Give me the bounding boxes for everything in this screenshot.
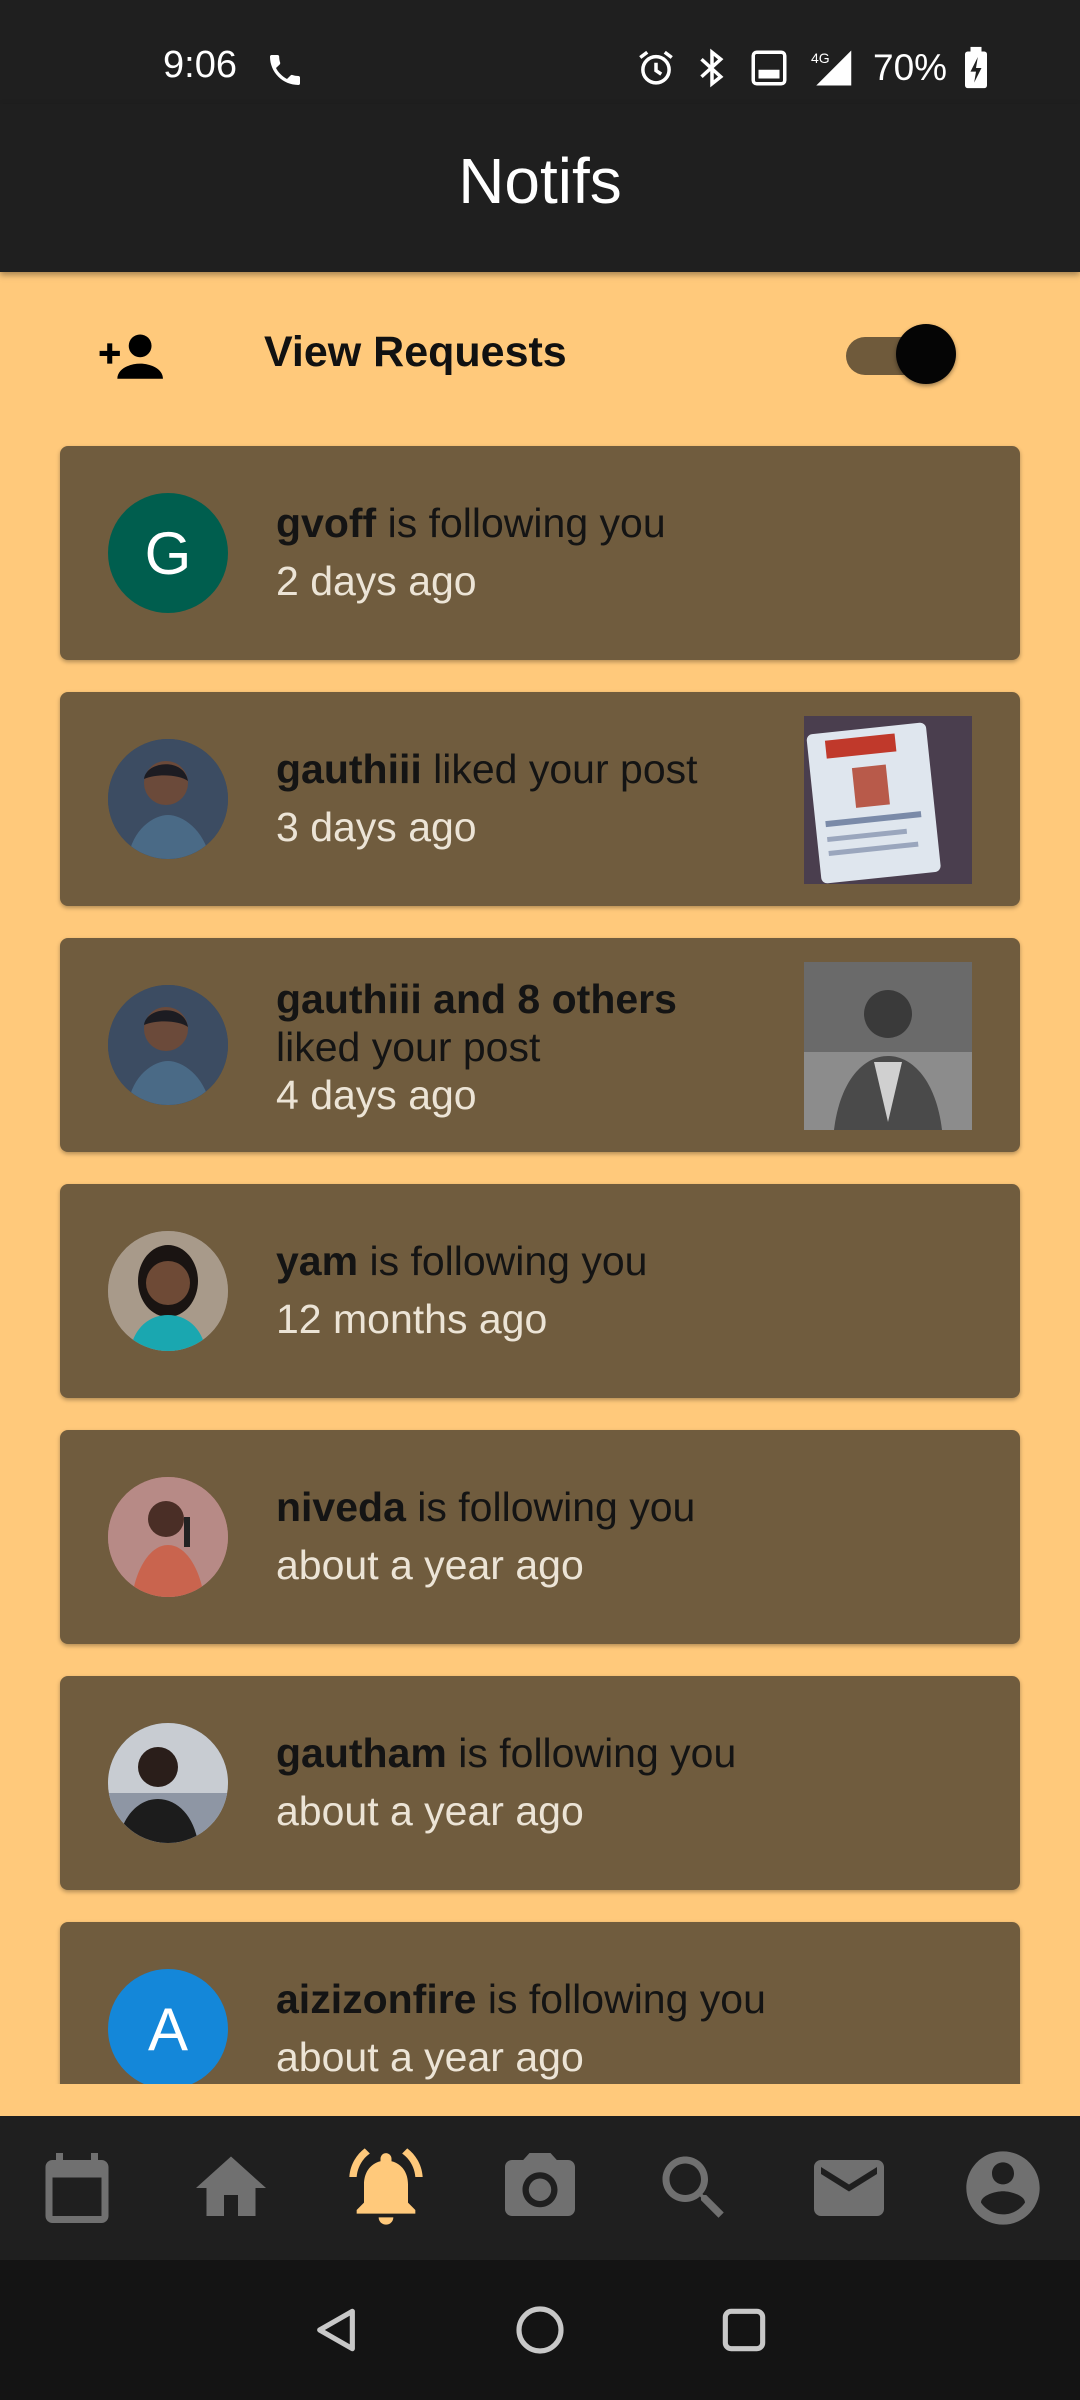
avatar[interactable]: A bbox=[108, 1969, 228, 2084]
notification-time: about a year ago bbox=[276, 1542, 584, 1588]
notification-user: gautham bbox=[276, 1730, 447, 1776]
svg-text:4G: 4G bbox=[811, 50, 830, 66]
avatar-photo bbox=[108, 739, 228, 859]
volte-icon bbox=[751, 50, 787, 86]
notification-action: is following you bbox=[405, 1484, 696, 1530]
notification-user: aizizonfire bbox=[276, 1976, 477, 2022]
nav-home[interactable] bbox=[176, 2133, 286, 2243]
avatar-photo bbox=[108, 1231, 228, 1351]
id-card-photo bbox=[804, 716, 972, 884]
notification-action: is following you bbox=[446, 1730, 737, 1776]
recents-button[interactable] bbox=[704, 2290, 784, 2370]
view-requests-label[interactable]: View Requests bbox=[264, 328, 567, 377]
system-nav bbox=[0, 2260, 1080, 2400]
back-icon[interactable] bbox=[308, 2302, 364, 2358]
home-button[interactable] bbox=[500, 2290, 580, 2370]
notification-text: aizizonfire is following you about a yea… bbox=[276, 1970, 960, 2084]
nav-notifications[interactable] bbox=[331, 2133, 441, 2243]
signal-4g-icon: 4G bbox=[811, 50, 852, 86]
app-bar: Notifs bbox=[0, 104, 1080, 272]
avatar-photo bbox=[108, 1723, 228, 1843]
search-icon[interactable] bbox=[652, 2146, 736, 2230]
notification-card[interactable]: gauthiii liked your post 3 days ago bbox=[60, 692, 1020, 906]
status-time: 9:06 bbox=[163, 44, 237, 86]
page-title: Notifs bbox=[458, 145, 622, 217]
nav-camera[interactable] bbox=[485, 2133, 595, 2243]
notification-time: 3 days ago bbox=[276, 804, 477, 850]
recents-icon[interactable] bbox=[716, 2302, 772, 2358]
person-add-icon[interactable] bbox=[92, 330, 168, 382]
notification-list[interactable]: G gvoff is following you 2 days ago gaut… bbox=[0, 432, 1080, 2084]
avatar[interactable] bbox=[108, 985, 228, 1105]
notification-card[interactable]: A aizizonfire is following you about a y… bbox=[60, 1922, 1020, 2084]
phone-icon bbox=[270, 55, 300, 85]
portrait-photo bbox=[804, 962, 972, 1130]
notification-action: liked your post bbox=[276, 1024, 541, 1070]
notification-user: niveda bbox=[276, 1484, 406, 1530]
notification-action: is following you bbox=[476, 1976, 766, 2022]
account-icon[interactable] bbox=[959, 2144, 1047, 2232]
avatar[interactable] bbox=[108, 1723, 228, 1843]
status-icons: 4G 70% bbox=[635, 46, 991, 90]
home-icon[interactable] bbox=[189, 2146, 273, 2230]
avatar[interactable] bbox=[108, 1477, 228, 1597]
camera-icon[interactable] bbox=[498, 2146, 582, 2230]
bluetooth-icon bbox=[700, 48, 724, 88]
battery-charging-icon bbox=[965, 46, 988, 89]
nav-messages[interactable] bbox=[794, 2133, 904, 2243]
notification-card[interactable]: niveda is following you about a year ago bbox=[60, 1430, 1020, 1644]
notification-action: liked your post bbox=[421, 746, 698, 792]
notification-card[interactable]: G gvoff is following you 2 days ago bbox=[60, 446, 1020, 660]
toggle-thumb bbox=[896, 324, 956, 384]
nav-profile[interactable] bbox=[948, 2133, 1058, 2243]
notification-user: yam bbox=[276, 1238, 359, 1284]
notification-user: gvoff bbox=[276, 500, 377, 546]
nav-search[interactable] bbox=[639, 2133, 749, 2243]
bottom-nav bbox=[0, 2116, 1080, 2260]
notification-user: gauthiii bbox=[276, 746, 422, 792]
view-requests-row[interactable]: View Requests bbox=[0, 272, 1080, 432]
notification-time: about a year ago bbox=[276, 2034, 584, 2080]
notification-text: yam is following you 12 months ago bbox=[276, 1232, 960, 1348]
avatar[interactable]: G bbox=[108, 493, 228, 613]
avatar-photo bbox=[108, 985, 228, 1105]
notification-card[interactable]: gautham is following you about a year ag… bbox=[60, 1676, 1020, 1890]
avatar[interactable] bbox=[108, 739, 228, 859]
home-circle-icon[interactable] bbox=[512, 2302, 568, 2358]
status-bar: 9:06 4G 70% bbox=[0, 0, 1080, 104]
notification-card[interactable]: yam is following you 12 months ago bbox=[60, 1184, 1020, 1398]
notification-time: about a year ago bbox=[276, 1788, 584, 1834]
notification-action: is following you bbox=[358, 1238, 648, 1284]
notification-time: 12 months ago bbox=[276, 1296, 548, 1342]
notification-time: 4 days ago bbox=[276, 1072, 477, 1118]
calendar-icon[interactable] bbox=[35, 2146, 119, 2230]
mail-icon[interactable] bbox=[807, 2146, 891, 2230]
avatar-photo bbox=[108, 1477, 228, 1597]
notification-user: gauthiii and 8 others bbox=[276, 976, 677, 1022]
bell-icon[interactable] bbox=[342, 2144, 430, 2232]
notification-time: 2 days ago bbox=[276, 558, 477, 604]
post-thumbnail[interactable] bbox=[804, 716, 972, 884]
alarm-icon bbox=[639, 50, 673, 85]
notification-card[interactable]: gauthiii and 8 others liked your post 4 … bbox=[60, 938, 1020, 1152]
notification-text: gvoff is following you 2 days ago bbox=[276, 494, 960, 610]
back-button[interactable] bbox=[296, 2290, 376, 2370]
notification-text: gautham is following you about a year ag… bbox=[276, 1724, 960, 1840]
nav-calendar[interactable] bbox=[22, 2133, 132, 2243]
notification-text: niveda is following you about a year ago bbox=[276, 1478, 960, 1594]
battery-percent: 70% bbox=[873, 47, 948, 88]
avatar[interactable] bbox=[108, 1231, 228, 1351]
notification-action: is following you bbox=[376, 500, 666, 546]
requests-toggle[interactable] bbox=[846, 324, 956, 386]
post-thumbnail[interactable] bbox=[804, 962, 972, 1130]
